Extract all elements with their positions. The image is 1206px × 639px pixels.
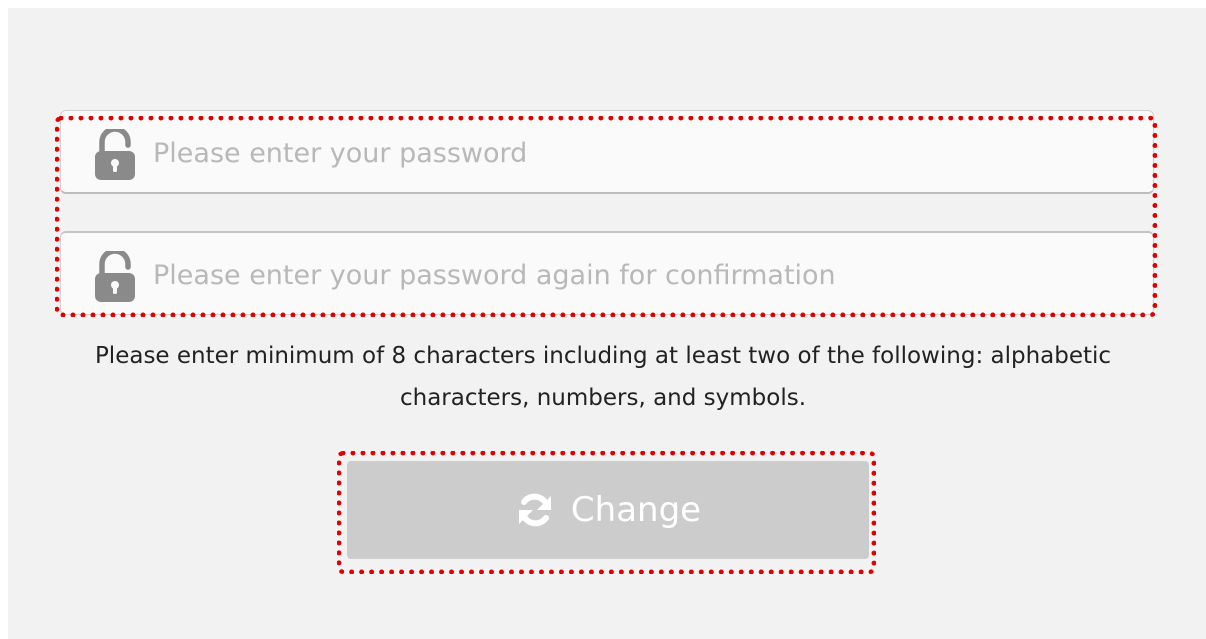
change-button[interactable]: Change [347, 461, 869, 559]
password-requirements-hint: Please enter minimum of 8 characters inc… [94, 343, 1112, 411]
confirm-password-input[interactable] [153, 249, 1133, 301]
confirm-password-field [60, 231, 1154, 315]
unlock-icon [95, 129, 135, 180]
unlock-icon [95, 251, 135, 302]
password-field [60, 110, 1154, 194]
refresh-icon [518, 493, 551, 527]
password-fields [60, 110, 1156, 316]
password-input[interactable] [153, 127, 1133, 179]
change-button-label: Change [570, 490, 702, 530]
